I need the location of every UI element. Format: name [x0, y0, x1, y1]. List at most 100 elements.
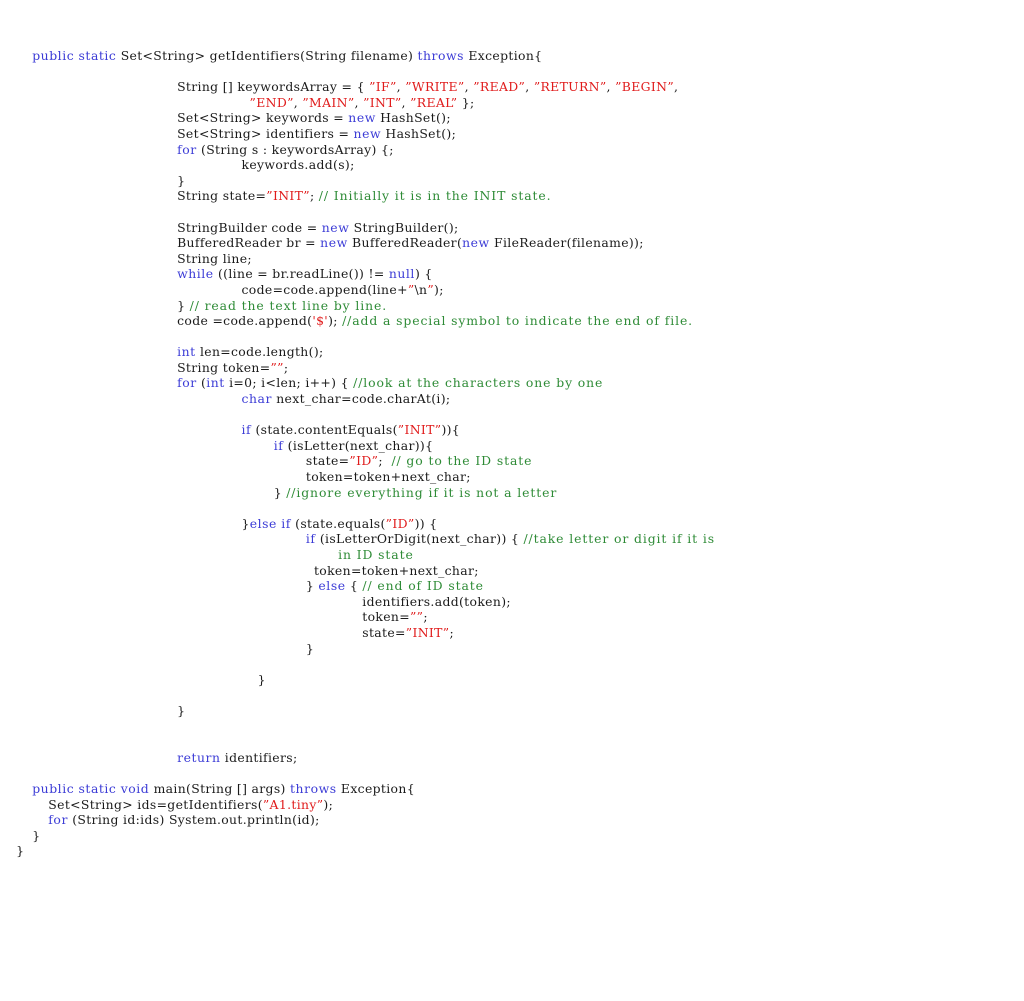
code-string: ”INIT”	[266, 188, 310, 204]
code-keyword: if	[305, 531, 316, 547]
code-line: String [] keywordsArray = { ”IF”, ”WRITE…	[0, 79, 1024, 95]
code-text: identifiers;	[220, 749, 298, 765]
code-line: }	[0, 672, 1024, 688]
code-text: ;	[378, 453, 392, 469]
code-text: main(String [] args)	[149, 780, 291, 796]
code-text: token=token+next_char;	[313, 562, 479, 578]
code-line: identifiers.add(token);	[0, 594, 1024, 610]
code-text: (state.contentEquals(	[251, 422, 398, 438]
code-text: (isLetterOrDigit(next_char)) {	[315, 531, 524, 547]
code-text: code=code.append(line+	[241, 281, 408, 297]
code-line: }	[0, 828, 1024, 844]
code-text: code =code.append(	[177, 313, 313, 329]
code-keyword: new	[320, 235, 348, 251]
code-text: Set<String> ids=getIdentifiers(	[48, 796, 263, 812]
code-text: token=token+next_char;	[305, 469, 471, 485]
code-comment: // Initially it is in the INIT state.	[318, 188, 552, 204]
code-text: Exception{	[464, 48, 543, 63]
code-text: Set<String> identifiers =	[177, 125, 354, 141]
code-keyword: else	[318, 578, 346, 594]
code-line: }else if (state.equals(”ID”)) {	[0, 516, 1024, 532]
code-text: \n	[414, 281, 428, 297]
code-string: ”WRITE”	[405, 79, 465, 95]
code-text: identifiers.add(token);	[362, 593, 511, 609]
code-string: ”INIT”	[397, 422, 442, 438]
code-text: }	[16, 843, 25, 859]
code-text: state=	[362, 624, 406, 640]
code-text: StringBuilder code =	[177, 219, 322, 235]
code-string: ””	[410, 609, 424, 625]
code-text: String token=	[177, 359, 271, 375]
code-text: next_char=code.charAt(i);	[271, 391, 451, 407]
code-text: HashSet();	[375, 110, 451, 126]
code-string: '$'	[312, 313, 329, 329]
code-keyword: new	[321, 219, 350, 235]
code-line: int len=code.length();	[0, 344, 1024, 360]
code-line: public static Set<String> getIdentifiers…	[0, 48, 1024, 64]
code-keyword: public	[32, 780, 75, 796]
code-line: Set<String> ids=getIdentifiers(”A1.tiny”…	[0, 797, 1024, 813]
code-text: }	[177, 172, 186, 188]
code-text: ;	[423, 609, 428, 625]
code-text: i=0; i<len; i++) {	[224, 375, 354, 391]
code-text: ;	[283, 359, 289, 375]
code-text: ;	[449, 624, 454, 640]
code-line: code =code.append('$'); //add a special …	[0, 313, 1024, 329]
code-line: Set<String> identifiers = new HashSet();	[0, 126, 1024, 142]
code-text: len=code.length();	[195, 344, 324, 360]
code-text: (String s : keywordsArray) {;	[196, 141, 394, 157]
code-line: for (int i=0; i<len; i++) { //look at th…	[0, 375, 1024, 391]
code-comment: //ignore everything if it is not a lette…	[286, 484, 558, 500]
code-text: ,	[525, 79, 534, 95]
code-line: } // read the text line by line.	[0, 298, 1024, 314]
code-keyword: int	[177, 344, 196, 360]
code-keyword: new	[348, 110, 376, 126]
code-string: ”REAL”	[410, 94, 458, 110]
code-line: for (String s : keywordsArray) {;	[0, 142, 1024, 158]
code-text: FileReader(filename));	[489, 235, 644, 251]
code-text: BufferedReader(	[347, 235, 463, 251]
code-line: in ID state	[0, 547, 1024, 563]
code-line: }	[0, 173, 1024, 189]
code-keyword: if	[281, 515, 291, 531]
code-text: (	[196, 375, 207, 391]
code-text: ;	[309, 188, 319, 204]
code-line: } //ignore everything if it is not a let…	[0, 485, 1024, 501]
code-text: }	[177, 702, 186, 718]
code-keyword: throws	[290, 780, 337, 796]
code-text: BufferedReader br =	[177, 235, 321, 251]
code-text: }	[177, 297, 190, 313]
code-string: ”INIT”	[405, 624, 450, 640]
code-string: ”ID”	[349, 453, 379, 469]
code-text: StringBuilder();	[349, 219, 459, 235]
code-comment: // end of ID state	[362, 578, 484, 594]
code-keyword: return	[177, 749, 221, 765]
code-line: token=token+next_char;	[0, 563, 1024, 579]
code-line: String state=”INIT”; // Initially it is …	[0, 188, 1024, 204]
code-text: ,	[606, 79, 616, 95]
code-text: }	[241, 515, 250, 531]
code-string: ”END”	[249, 94, 294, 110]
code-text: (state.equals(	[290, 515, 386, 531]
code-string: ”ID”	[385, 515, 415, 531]
code-text: );	[328, 313, 343, 329]
code-keyword: new	[462, 235, 490, 251]
code-text: {	[345, 578, 363, 594]
code-text: Exception{	[336, 780, 415, 796]
code-keyword: static	[78, 48, 117, 63]
code-text: (String id:ids) System.out.println(id);	[67, 812, 320, 828]
code-comment: // go to the ID state	[391, 453, 533, 469]
code-text: ,	[464, 79, 474, 95]
code-line: }	[0, 641, 1024, 657]
code-line: public static void main(String [] args) …	[0, 781, 1024, 797]
code-text: Set<String> keywords =	[177, 110, 349, 126]
code-string: ”	[407, 281, 415, 297]
code-line: Set<String> keywords = new HashSet();	[0, 110, 1024, 126]
